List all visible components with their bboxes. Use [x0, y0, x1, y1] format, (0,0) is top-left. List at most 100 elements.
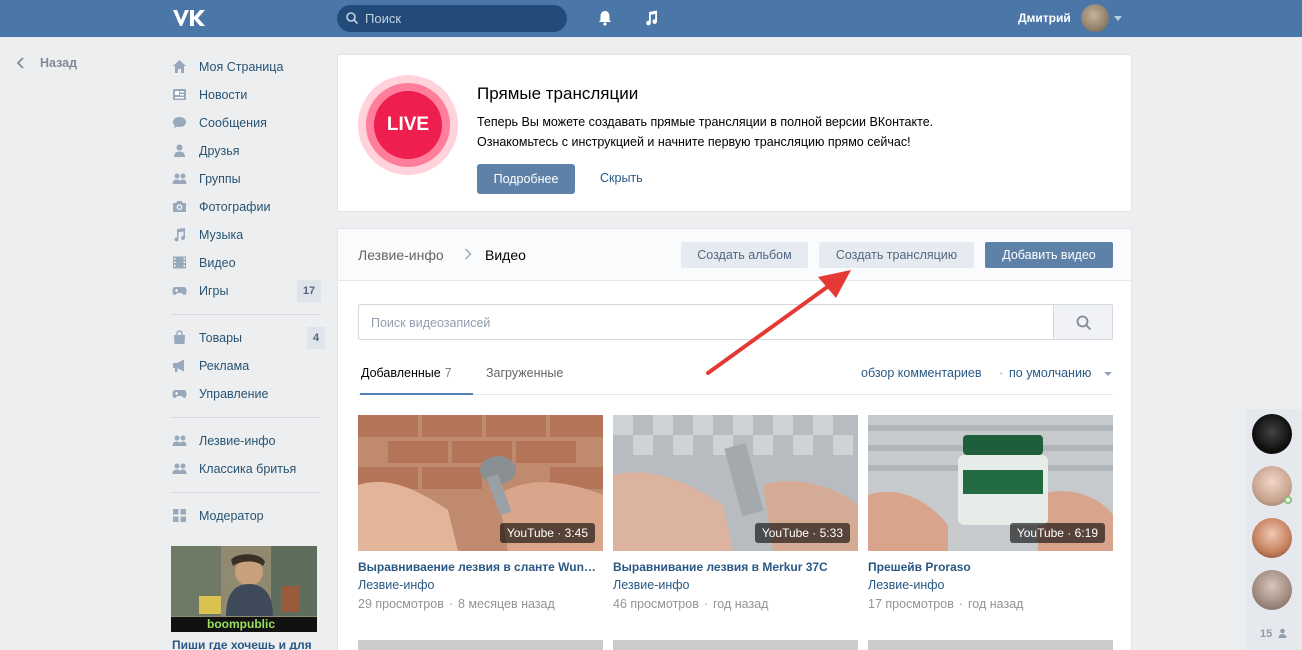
meta-separator: ·	[958, 597, 964, 611]
tab-added-label: Добавленные	[361, 366, 441, 380]
friend-avatar[interactable]	[1252, 570, 1292, 610]
menu-item-news[interactable]: Новости	[171, 84, 321, 106]
video-search-placeholder: Поиск видеозаписей	[371, 316, 491, 330]
video-search-input[interactable]: Поиск видеозаписей	[358, 304, 1113, 340]
search-placeholder: Поиск	[365, 11, 402, 26]
online-friends-bar: 15	[1246, 409, 1302, 650]
promo-ad-image[interactable]: boompublic	[171, 546, 317, 632]
menu-item-groups[interactable]: Группы	[171, 168, 321, 190]
menu-item-friends[interactable]: Друзья	[171, 140, 321, 162]
breadcrumb-group[interactable]: Лезвие-инфо	[358, 247, 444, 263]
menu-item-group-classic-shaving[interactable]: Классика бритья	[171, 458, 321, 480]
menu-divider	[171, 417, 321, 418]
video-title[interactable]: Прешейв Proraso	[868, 560, 1113, 574]
live-description: Теперь Вы можете создавать прямые трансл…	[477, 112, 1037, 152]
menu-item-video[interactable]: Видео	[171, 252, 321, 274]
video-title[interactable]: Выравнивание лезвия в Merkur 37C	[613, 560, 858, 574]
music-note-icon[interactable]	[642, 9, 660, 27]
header-search-input[interactable]: Поиск	[337, 5, 567, 32]
live-badge-outer: LIVE	[358, 75, 458, 175]
meta-separator: ·	[703, 597, 709, 611]
create-album-button[interactable]: Создать альбом	[681, 242, 808, 268]
grid-icon	[173, 509, 186, 522]
menu-item-label: Друзья	[199, 144, 240, 158]
tab-uploaded[interactable]: Загруженные	[486, 366, 563, 380]
chevron-right-icon	[465, 248, 472, 260]
sort-dropdown[interactable]: по умолчанию	[1009, 366, 1091, 380]
user-avatar[interactable]	[1081, 4, 1109, 32]
live-badge: LIVE	[374, 91, 442, 159]
live-badge-middle: LIVE	[366, 83, 450, 167]
video-duration-badge: YouTube · 5:33	[754, 523, 850, 543]
add-video-button[interactable]: Добавить видео	[985, 242, 1113, 268]
video-thumbnail[interactable]: YouTube · 5:33	[613, 415, 858, 551]
messages-icon	[173, 117, 186, 128]
video-views: 17 просмотров	[868, 597, 954, 611]
video-owner[interactable]: Лезвие-инфо	[868, 578, 944, 592]
filter-separator: ·	[999, 366, 1004, 380]
video-thumbnail[interactable]: YouTube · 6:19	[868, 415, 1113, 551]
menu-item-goods[interactable]: Товары 4	[171, 327, 325, 349]
friends-online-count[interactable]: 15	[1260, 628, 1287, 640]
video-thumbnail-partial[interactable]	[358, 640, 603, 650]
tab-added[interactable]: Добавленные 7	[361, 366, 452, 380]
back-label: Назад	[40, 56, 78, 70]
friends-count-value: 15	[1260, 628, 1273, 640]
menu-item-manage[interactable]: Управление	[171, 383, 321, 405]
megaphone-icon	[173, 359, 184, 372]
menu-item-label: Лезвие-инфо	[199, 434, 276, 448]
video-owner[interactable]: Лезвие-инфо	[358, 578, 434, 592]
menu-item-label: Реклама	[199, 359, 250, 373]
music-icon	[174, 228, 185, 242]
video-views: 29 просмотров	[358, 597, 444, 611]
video-meta: 46 просмотров · год назад	[613, 597, 768, 611]
friend-avatar[interactable]	[1252, 518, 1292, 558]
menu-item-messages[interactable]: Сообщения	[171, 112, 321, 134]
camera-icon	[173, 201, 186, 212]
group-icon	[172, 463, 187, 474]
bag-icon	[174, 330, 185, 344]
friends-icon	[174, 144, 185, 157]
home-icon	[173, 60, 186, 73]
live-desc-line-1: Теперь Вы можете создавать прямые трансл…	[477, 115, 934, 129]
menu-item-moderator[interactable]: Модератор	[171, 505, 321, 527]
gamepad-icon	[172, 287, 187, 295]
video-duration-badge: YouTube · 3:45	[499, 523, 595, 543]
video-title[interactable]: Выравниваение лезвия в сланте Wunderbar	[358, 560, 603, 574]
friend-avatar[interactable]	[1252, 414, 1292, 454]
video-thumbnail[interactable]: YouTube · 3:45	[358, 415, 603, 551]
menu-item-my-page[interactable]: Моя Страница	[171, 56, 321, 78]
video-owner[interactable]: Лезвие-инфо	[613, 578, 689, 592]
promo-text[interactable]: Пиши где хочешь и для	[172, 638, 312, 650]
video-search-button[interactable]	[1053, 305, 1112, 339]
videos-header: Лезвие-инфо Видео Создать альбом Создать…	[338, 229, 1131, 281]
chevron-down-icon[interactable]	[1114, 16, 1122, 21]
menu-item-label: Моя Страница	[199, 60, 284, 74]
menu-item-games[interactable]: Игры 17	[171, 280, 321, 302]
user-name[interactable]: Дмитрий	[1018, 11, 1071, 25]
video-thumbnail-partial[interactable]	[868, 640, 1113, 650]
live-desc-line-2: Ознакомьтесь с инструкцией и начните пер…	[477, 135, 911, 149]
top-header: Поиск Дмитрий	[0, 0, 1302, 37]
chevron-down-icon[interactable]	[1104, 372, 1112, 376]
promo-brand: boompublic	[207, 617, 275, 631]
video-duration-badge: YouTube · 6:19	[1009, 523, 1105, 543]
hide-button[interactable]: Скрыть	[600, 171, 643, 185]
menu-item-photos[interactable]: Фотографии	[171, 196, 321, 218]
person-icon	[1278, 628, 1287, 638]
video-meta: 17 просмотров · год назад	[868, 597, 1023, 611]
video-age: 8 месяцев назад	[458, 597, 555, 611]
video-views: 46 просмотров	[613, 597, 699, 611]
menu-item-group-lezvie[interactable]: Лезвие-инфо	[171, 430, 321, 452]
menu-item-label: Товары	[199, 331, 242, 345]
more-info-button[interactable]: Подробнее	[477, 164, 575, 194]
videos-panel: Лезвие-инфо Видео Создать альбом Создать…	[337, 228, 1132, 650]
menu-item-ads[interactable]: Реклама	[171, 355, 321, 377]
create-stream-button[interactable]: Создать трансляцию	[819, 242, 974, 268]
video-thumbnail-partial[interactable]	[613, 640, 858, 650]
menu-divider	[171, 314, 321, 315]
vk-logo[interactable]	[171, 7, 207, 29]
menu-item-music[interactable]: Музыка	[171, 224, 321, 246]
comments-review-link[interactable]: обзор комментариев	[861, 366, 981, 380]
bell-icon[interactable]	[596, 9, 614, 27]
